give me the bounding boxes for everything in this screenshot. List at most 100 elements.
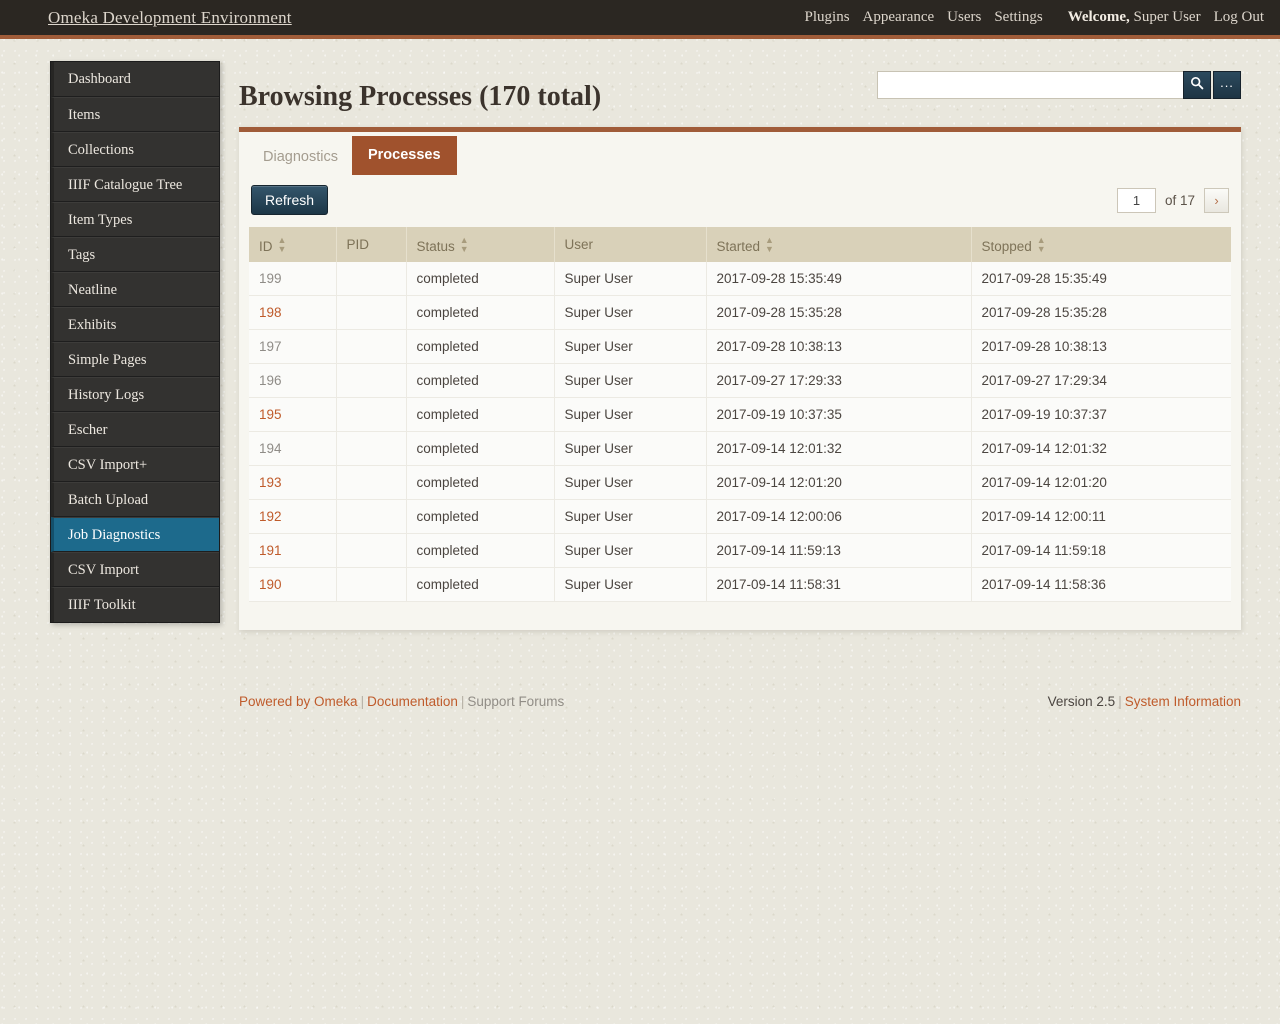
sort-icon: ▲ ▼ bbox=[765, 235, 774, 254]
cell-user: Super User bbox=[554, 262, 707, 296]
cell-stopped: 2017-09-28 15:35:49 bbox=[971, 262, 1231, 296]
sidebar-item-dashboard[interactable]: Dashboard bbox=[51, 62, 219, 97]
sidebar-item-iiif-catalogue-tree[interactable]: IIIF Catalogue Tree bbox=[51, 167, 219, 202]
table-row: 196 completed Super User 2017-09-27 17:29:3… bbox=[249, 363, 1231, 398]
column-header-id[interactable]: ID ▲ ▼ bbox=[249, 227, 337, 262]
sidebar-item-neatline[interactable]: Neatline bbox=[51, 272, 219, 307]
sidebar-item-escher[interactable]: Escher bbox=[51, 412, 219, 447]
cell-pid bbox=[336, 262, 407, 296]
sidebar-item-batch-upload[interactable]: Batch Upload bbox=[51, 482, 219, 517]
column-header-pid[interactable]: PID bbox=[336, 227, 407, 262]
sort-icon: ▲ ▼ bbox=[1036, 235, 1046, 254]
cell-started: 2017-09-27 17:29:33 bbox=[706, 363, 972, 398]
table-row: 195 completed Super User 2017-09-19 10:37:3… bbox=[249, 397, 1231, 432]
powered-by-omeka-link[interactable]: Powered by Omeka bbox=[239, 694, 358, 709]
cell-pid bbox=[336, 567, 407, 602]
cell-user: Super User bbox=[554, 431, 707, 466]
cell-started: 2017-09-19 10:37:35 bbox=[706, 397, 972, 432]
cell-status: completed bbox=[406, 363, 555, 398]
system-information-link[interactable]: System Information bbox=[1125, 694, 1241, 709]
cell-started: 2017-09-14 12:01:32 bbox=[706, 431, 972, 466]
column-header-started[interactable]: Started ▲ ▼ bbox=[706, 227, 972, 262]
table-row: 192 completed Super User 2017-09-14 12:00:0… bbox=[249, 499, 1231, 534]
footer-separator: | bbox=[460, 694, 465, 709]
cell-user: Super User bbox=[554, 499, 707, 534]
next-page-button[interactable]: › bbox=[1204, 187, 1229, 213]
nav-settings[interactable]: Settings bbox=[994, 9, 1042, 26]
page-number-input[interactable] bbox=[1116, 187, 1156, 213]
cell-started: 2017-09-28 15:35:49 bbox=[706, 262, 972, 296]
tab-processes[interactable]: Processes bbox=[351, 135, 457, 175]
search-submit-button[interactable] bbox=[1183, 71, 1211, 99]
sidebar-item-simple-pages[interactable]: Simple Pages bbox=[51, 342, 219, 377]
documentation-link[interactable]: Documentation bbox=[367, 694, 458, 709]
cell-status: completed bbox=[406, 567, 555, 602]
refresh-button[interactable]: Refresh bbox=[251, 185, 329, 215]
top-nav-links: Plugins Appearance Users Settings Welcom… bbox=[805, 9, 1264, 26]
sidebar-item-csv-import-plus[interactable]: CSV Import+ bbox=[51, 447, 219, 482]
cell-started: 2017-09-14 12:00:06 bbox=[706, 499, 972, 534]
cell-stopped: 2017-09-28 10:38:13 bbox=[971, 329, 1231, 364]
cell-started: 2017-09-28 10:38:13 bbox=[706, 329, 972, 364]
process-id-link[interactable]: 198 bbox=[259, 305, 282, 320]
column-header-stopped[interactable]: Stopped ▲ ▼ bbox=[971, 227, 1231, 262]
logout-link[interactable]: Log Out bbox=[1214, 9, 1264, 26]
sidebar-navigation: Dashboard Items Collections IIIF Catalog… bbox=[50, 61, 220, 623]
sidebar-item-item-types[interactable]: Item Types bbox=[51, 202, 219, 237]
process-id-link[interactable]: 196 bbox=[259, 373, 282, 388]
tab-diagnostics[interactable]: Diagnostics bbox=[249, 139, 352, 176]
chevron-right-icon: › bbox=[1214, 192, 1219, 208]
table-toolbar: Refresh of 17 › bbox=[249, 185, 1231, 215]
sidebar-item-items[interactable]: Items bbox=[51, 97, 219, 132]
sidebar-item-history-logs[interactable]: History Logs bbox=[51, 377, 219, 412]
cell-user: Super User bbox=[554, 295, 707, 330]
cell-stopped: 2017-09-14 12:01:32 bbox=[971, 431, 1231, 466]
sidebar-item-exhibits[interactable]: Exhibits bbox=[51, 307, 219, 342]
process-id-link[interactable]: 197 bbox=[259, 339, 282, 354]
cell-id: 198 bbox=[249, 295, 337, 330]
footer-left-links: Powered by Omeka | Documentation | Support F… bbox=[239, 694, 564, 709]
nav-users[interactable]: Users bbox=[947, 9, 981, 26]
process-id-link[interactable]: 194 bbox=[259, 441, 282, 456]
column-header-user[interactable]: User bbox=[554, 227, 707, 262]
cell-id: 194 bbox=[249, 431, 337, 466]
nav-appearance[interactable]: Appearance bbox=[863, 9, 935, 26]
cell-status: completed bbox=[406, 499, 555, 534]
cell-id: 193 bbox=[249, 465, 337, 500]
cell-started: 2017-09-28 15:35:28 bbox=[706, 295, 972, 330]
sidebar-item-job-diagnostics[interactable]: Job Diagnostics bbox=[51, 517, 219, 552]
process-id-link[interactable]: 195 bbox=[259, 407, 282, 422]
process-id-link[interactable]: 193 bbox=[259, 475, 282, 490]
footer-separator: | bbox=[360, 694, 365, 709]
search-options-button[interactable]: ... bbox=[1213, 71, 1241, 99]
column-header-status[interactable]: Status ▲ ▼ bbox=[406, 227, 555, 262]
cell-status: completed bbox=[406, 262, 555, 296]
cell-stopped: 2017-09-28 15:35:28 bbox=[971, 295, 1231, 330]
cell-started: 2017-09-14 12:01:20 bbox=[706, 465, 972, 500]
table-row: 191 completed Super User 2017-09-14 11:59:1… bbox=[249, 533, 1231, 568]
version-label: Version 2.5 bbox=[1047, 694, 1116, 709]
table-row: 194 completed Super User 2017-09-14 12:01:3… bbox=[249, 431, 1231, 466]
process-id-link[interactable]: 199 bbox=[259, 271, 282, 286]
sidebar-item-tags[interactable]: Tags bbox=[51, 237, 219, 272]
processes-table: ID ▲ ▼ PID Status ▲ ▼ User Started ▲ ▼ S… bbox=[249, 227, 1231, 602]
process-id-link[interactable]: 191 bbox=[259, 543, 282, 558]
nav-plugins[interactable]: Plugins bbox=[805, 9, 850, 26]
main-content: Browsing Processes (170 total) ... Diagn… bbox=[239, 61, 1241, 630]
sidebar-item-iiif-toolkit[interactable]: IIIF Toolkit bbox=[51, 587, 219, 622]
cell-status: completed bbox=[406, 295, 555, 330]
sidebar-item-collections[interactable]: Collections bbox=[51, 132, 219, 167]
cell-user: Super User bbox=[554, 397, 707, 432]
process-id-link[interactable]: 190 bbox=[259, 577, 282, 592]
search-input[interactable] bbox=[877, 71, 1183, 99]
cell-started: 2017-09-14 11:59:13 bbox=[706, 533, 972, 568]
table-row: 199 completed Super User 2017-09-28 15:35:4… bbox=[249, 262, 1231, 296]
process-id-link[interactable]: 192 bbox=[259, 509, 282, 524]
cell-pid bbox=[336, 295, 407, 330]
sidebar-item-csv-import[interactable]: CSV Import bbox=[51, 552, 219, 587]
support-forums-link[interactable]: Support Forums bbox=[467, 694, 564, 709]
site-title-link[interactable]: Omeka Development Environment bbox=[48, 8, 292, 28]
table-header-row: ID ▲ ▼ PID Status ▲ ▼ User Started ▲ ▼ S… bbox=[249, 227, 1231, 262]
cell-id: 199 bbox=[249, 262, 337, 296]
table-row: 198 completed Super User 2017-09-28 15:35:2… bbox=[249, 295, 1231, 330]
